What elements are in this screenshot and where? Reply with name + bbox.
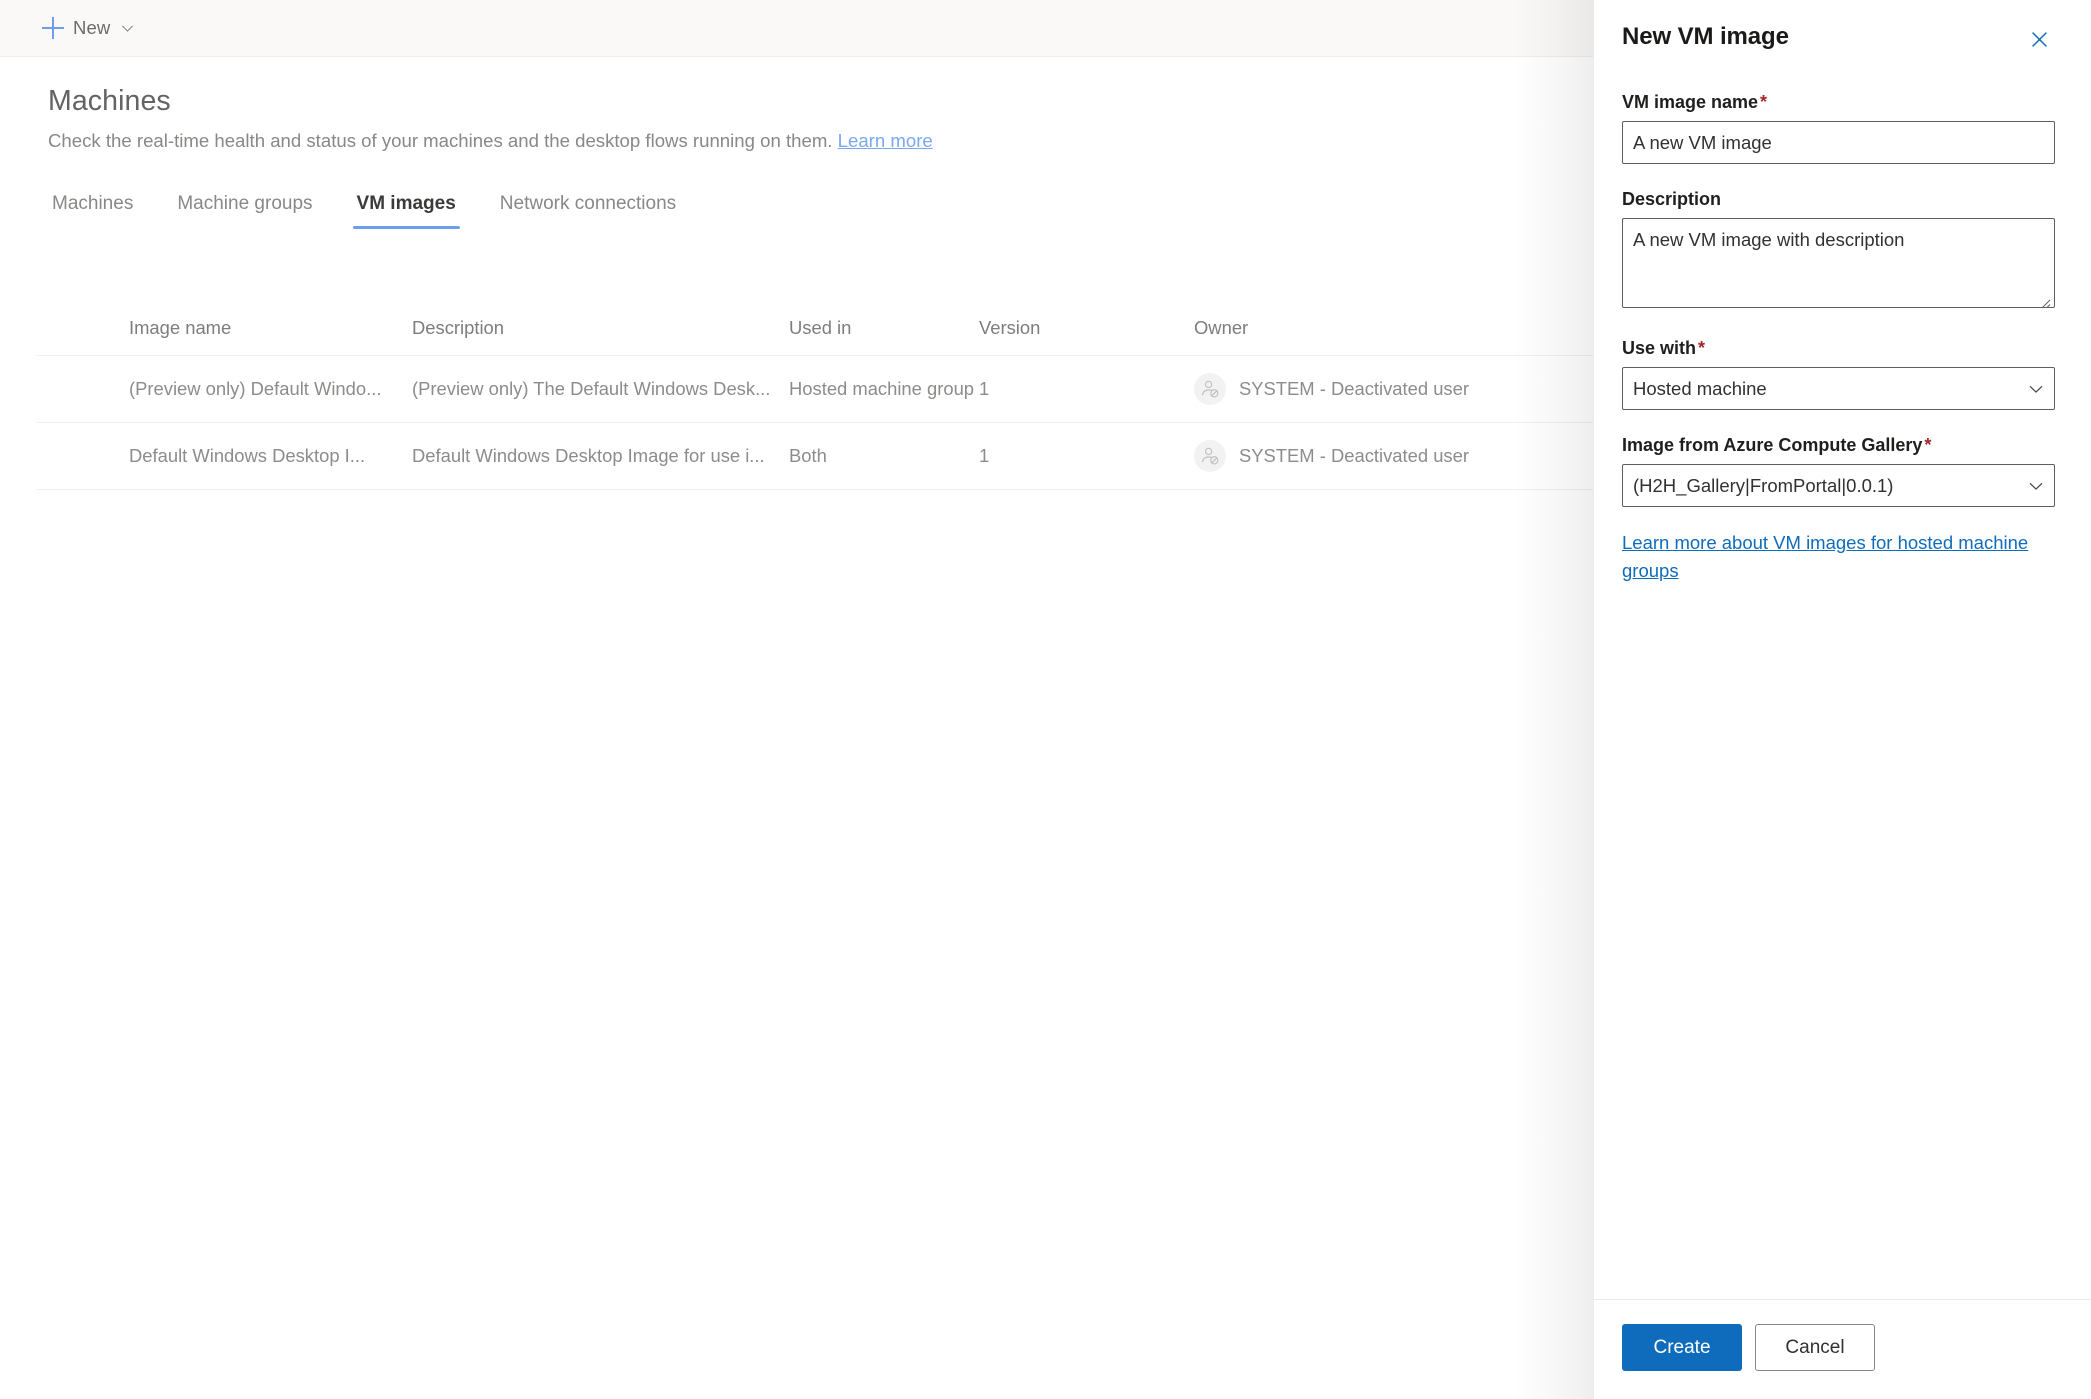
new-button[interactable]: New	[36, 6, 144, 50]
column-header-version[interactable]: Version	[979, 317, 1194, 339]
field-vm-image-name: VM image name *	[1622, 89, 2055, 164]
tab-label: Machine groups	[177, 193, 313, 214]
cell-image-name: Default Windows Desktop I...	[129, 445, 366, 466]
description-textarea[interactable]	[1622, 218, 2055, 308]
chevron-down-icon	[121, 22, 134, 35]
use-with-selected-value: Hosted machine	[1633, 377, 1767, 399]
column-header-image-name[interactable]: Image name	[37, 317, 412, 339]
required-marker: *	[1698, 338, 1706, 358]
panel-title: New VM image	[1622, 23, 1789, 50]
close-icon[interactable]	[2023, 23, 2055, 55]
deactivated-user-avatar-icon	[1194, 440, 1226, 472]
label-description: Description	[1622, 186, 2055, 212]
label-text: Description	[1622, 189, 1722, 209]
plus-icon	[42, 17, 64, 39]
command-bar: New	[0, 0, 1593, 57]
cell-version: 1	[979, 378, 990, 399]
tab-list: Machines Machine groups VM images Networ…	[48, 192, 698, 229]
learn-more-link[interactable]: Learn more	[838, 130, 933, 151]
required-marker: *	[1924, 435, 1932, 455]
gallery-image-dropdown[interactable]: (H2H_Gallery|FromPortal|0.0.1)	[1622, 464, 2055, 507]
tab-machines[interactable]: Machines	[48, 192, 155, 229]
learn-more-vm-images-link[interactable]: Learn more about VM images for hosted ma…	[1622, 529, 2055, 585]
table-row[interactable]: Default Windows Desktop I... Default Win…	[37, 423, 1593, 490]
create-button[interactable]: Create	[1622, 1324, 1742, 1371]
vm-image-name-input[interactable]	[1622, 121, 2055, 164]
label-use-with: Use with *	[1622, 335, 2055, 361]
cell-owner: SYSTEM - Deactivated user	[1239, 445, 1469, 466]
page-header: Machines Check the real-time health and …	[48, 84, 1498, 153]
cell-description: Default Windows Desktop Image for use i.…	[412, 445, 765, 466]
deactivated-user-avatar-icon	[1194, 373, 1226, 405]
table-header-row: Image name Description Used in Version O…	[37, 300, 1593, 356]
panel-header: New VM image	[1622, 22, 2055, 55]
label-gallery-image: Image from Azure Compute Gallery *	[1622, 432, 2055, 458]
page-title: Machines	[48, 85, 171, 117]
page-subtitle: Check the real-time health and status of…	[48, 129, 1498, 153]
table-row[interactable]: (Preview only) Default Windo... (Preview…	[37, 356, 1593, 423]
field-description: Description	[1622, 186, 2055, 313]
column-header-used-in[interactable]: Used in	[789, 317, 979, 339]
gallery-image-selected-value: (H2H_Gallery|FromPortal|0.0.1)	[1633, 474, 1894, 496]
cancel-button[interactable]: Cancel	[1755, 1324, 1875, 1371]
panel-overlay-shade	[1513, 0, 1593, 1399]
cell-used-in: Hosted machine group	[789, 378, 975, 399]
cell-description: (Preview only) The Default Windows Desk.…	[412, 378, 771, 399]
app-root: New Machines Check the real-time health …	[0, 0, 2091, 1399]
required-marker: *	[1760, 92, 1768, 112]
tab-label: VM images	[356, 193, 456, 214]
field-gallery-image: Image from Azure Compute Gallery * (H2H_G…	[1622, 432, 2055, 507]
cell-version: 1	[979, 445, 990, 466]
label-text: Image from Azure Compute Gallery	[1622, 435, 1923, 455]
label-text: VM image name	[1622, 92, 1759, 112]
panel-body: New VM image VM image name* Descri	[1594, 0, 2091, 1299]
new-button-label: New	[73, 17, 111, 38]
cell-used-in: Both	[789, 445, 827, 466]
column-header-description[interactable]: Description	[412, 317, 789, 339]
page-subtitle-text: Check the real-time health and status of…	[48, 130, 833, 151]
label-vm-image-name: VM image name *	[1622, 89, 2055, 115]
label-text: Use with	[1622, 338, 1697, 358]
cell-owner: SYSTEM - Deactivated user	[1239, 378, 1469, 399]
vm-images-table: Image name Description Used in Version O…	[37, 300, 1593, 490]
new-vm-image-panel: New VM image VM image name* Descri	[1593, 0, 2091, 1399]
field-use-with: Use with * Hosted machine	[1622, 335, 2055, 410]
tab-network-connections[interactable]: Network connections	[478, 192, 698, 229]
column-header-owner[interactable]: Owner	[1194, 317, 1494, 339]
panel-footer: Create Cancel	[1594, 1299, 2091, 1399]
tab-label: Network connections	[499, 193, 677, 214]
tab-label: Machines	[52, 193, 134, 214]
tab-machine-groups[interactable]: Machine groups	[155, 192, 334, 229]
use-with-dropdown[interactable]: Hosted machine	[1622, 367, 2055, 410]
tab-vm-images[interactable]: VM images	[335, 192, 478, 229]
cell-image-name: (Preview only) Default Windo...	[129, 378, 382, 399]
